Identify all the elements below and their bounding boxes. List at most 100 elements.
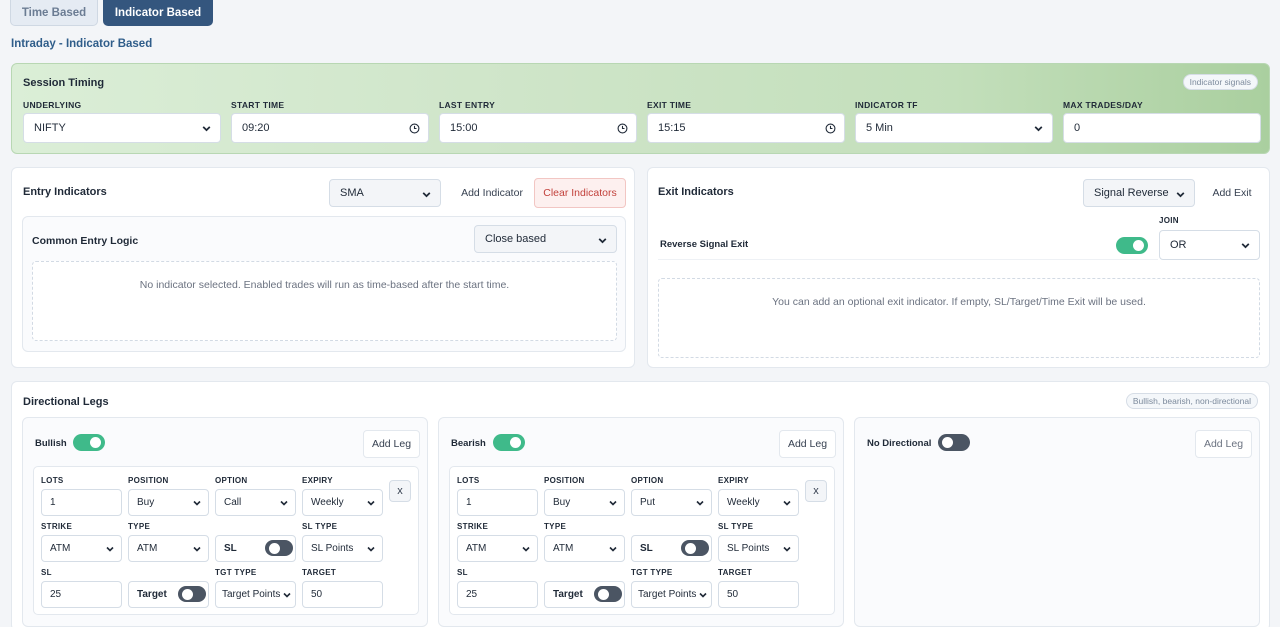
strike-select[interactable]: ATM [457,535,538,562]
target-value: 50 [311,589,323,600]
option-select[interactable]: Put [631,489,712,516]
exit-time-value: 15:15 [658,122,686,134]
sl-toggle[interactable] [265,540,293,556]
lots-input[interactable]: 1 [457,489,538,516]
no-directional-toggle[interactable] [938,434,970,451]
strike-select[interactable]: ATM [41,535,122,562]
tab-time-based[interactable]: Time Based [10,0,98,26]
target-input[interactable]: 50 [302,581,383,608]
legs-badge: Bullish, bearish, non-directional [1125,393,1258,409]
option-select[interactable]: Call [215,489,296,516]
target-toggle-label: Target [137,589,167,600]
no-directional-label: No Directional [867,438,932,449]
directional-legs-panel: Directional Legs Bullish, bearish, non-d… [11,381,1270,627]
position-value: Buy [553,497,571,508]
sl-type-select[interactable]: SL Points [718,535,799,562]
chevron-down-icon [367,546,375,552]
reverse-signal-exit-toggle[interactable] [1116,237,1148,254]
entry-indicators-panel: Entry Indicators SMA Add Indicator Clear… [11,167,635,368]
target-label: TARGET [302,568,337,577]
join-select[interactable]: OR [1159,230,1260,260]
sl-input[interactable]: 25 [457,581,538,608]
lots-input[interactable]: 1 [41,489,122,516]
target-toggle[interactable] [178,586,206,602]
entry-indicator-select[interactable]: SMA [329,179,441,207]
type-select[interactable]: ATM [544,535,625,562]
indicator-tf-label: INDICATOR TF [855,100,918,110]
last-entry-input[interactable]: 15:00 [439,113,637,143]
session-timing-title: Session Timing [23,77,105,89]
sl-type-select[interactable]: SL Points [302,535,383,562]
chevron-down-icon [1034,126,1043,132]
remove-leg-button[interactable]: x [805,480,827,502]
bullish-toggle[interactable] [73,434,105,451]
exit-time-input[interactable]: 15:15 [647,113,845,143]
bullish-leg-card: LOTS POSITION OPTION EXPIRY 1 Buy Call W… [33,466,419,615]
expiry-value: Weekly [727,497,760,508]
target-toggle-label: Target [553,589,583,600]
exit-indicator-select[interactable]: Signal Reverse [1083,179,1195,207]
tgt-type-value: Target Points [222,589,281,600]
chevron-down-icon [696,500,704,506]
bearish-add-leg-button[interactable]: Add Leg [779,430,836,458]
expiry-select[interactable]: Weekly [302,489,383,516]
target-toggle[interactable] [594,586,622,602]
sl-value: 25 [50,589,62,600]
sl-type-value: SL Points [727,543,770,554]
bearish-toggle[interactable] [493,434,525,451]
clock-icon [617,123,628,134]
bearish-label: Bearish [451,438,486,449]
common-entry-logic-title: Common Entry Logic [32,235,139,247]
add-indicator-button[interactable]: Add Indicator [449,179,535,207]
clock-icon [409,123,420,134]
position-select[interactable]: Buy [128,489,209,516]
option-value: Put [640,497,656,508]
expiry-select[interactable]: Weekly [718,489,799,516]
reverse-signal-exit-label: Reverse Signal Exit [660,239,749,250]
start-time-input[interactable]: 09:20 [231,113,429,143]
chevron-down-icon [283,592,291,598]
target-value: 50 [727,589,739,600]
max-trades-value: 0 [1074,122,1081,134]
remove-leg-button[interactable]: x [389,480,411,502]
lots-value: 1 [50,497,56,508]
sl-value: 25 [466,589,478,600]
tgt-type-select[interactable]: Target Points [631,581,712,608]
sl-input[interactable]: 25 [41,581,122,608]
position-select[interactable]: Buy [544,489,625,516]
option-label: OPTION [215,476,248,485]
max-trades-input[interactable]: 0 [1063,113,1261,143]
sl-toggle[interactable] [681,540,709,556]
divider [658,259,1158,260]
clear-indicators-button[interactable]: Clear Indicators [534,178,626,208]
join-label: JOIN [1159,216,1179,225]
expiry-value: Weekly [311,497,344,508]
add-exit-button[interactable]: Add Exit [1203,179,1261,207]
strike-value: ATM [50,543,71,554]
chevron-down-icon [422,192,431,198]
start-time-label: START TIME [231,100,285,110]
underlying-label: UNDERLYING [23,100,82,110]
exit-indicator-value: Signal Reverse [1094,187,1169,199]
sl-type-value: SL Points [311,543,354,554]
sl-label: SL [41,568,52,577]
bullish-add-leg-button[interactable]: Add Leg [363,430,420,458]
bearish-column: Bearish Add Leg LOTS POSITION OPTION EXP… [438,417,844,627]
common-entry-logic-panel: Common Entry Logic Close based No indica… [22,216,626,352]
sl-label: SL [457,568,468,577]
chevron-down-icon [522,546,530,552]
indicator-tf-select[interactable]: 5 Min [855,113,1053,143]
entry-logic-value: Close based [485,233,547,245]
type-select[interactable]: ATM [128,535,209,562]
exit-indicators-panel: Exit Indicators Signal Reverse Add Exit … [647,167,1270,368]
chevron-down-icon [609,546,617,552]
entry-logic-select[interactable]: Close based [474,225,617,253]
no-directional-add-leg-button[interactable]: Add Leg [1195,430,1252,458]
strike-label: STRIKE [457,522,489,531]
target-input[interactable]: 50 [718,581,799,608]
tgt-type-select[interactable]: Target Points [215,581,296,608]
chevron-down-icon [367,500,375,506]
exit-empty-state: You can add an optional exit indicator. … [658,278,1260,358]
underlying-select[interactable]: NIFTY [23,113,221,143]
tab-indicator-based[interactable]: Indicator Based [103,0,213,26]
